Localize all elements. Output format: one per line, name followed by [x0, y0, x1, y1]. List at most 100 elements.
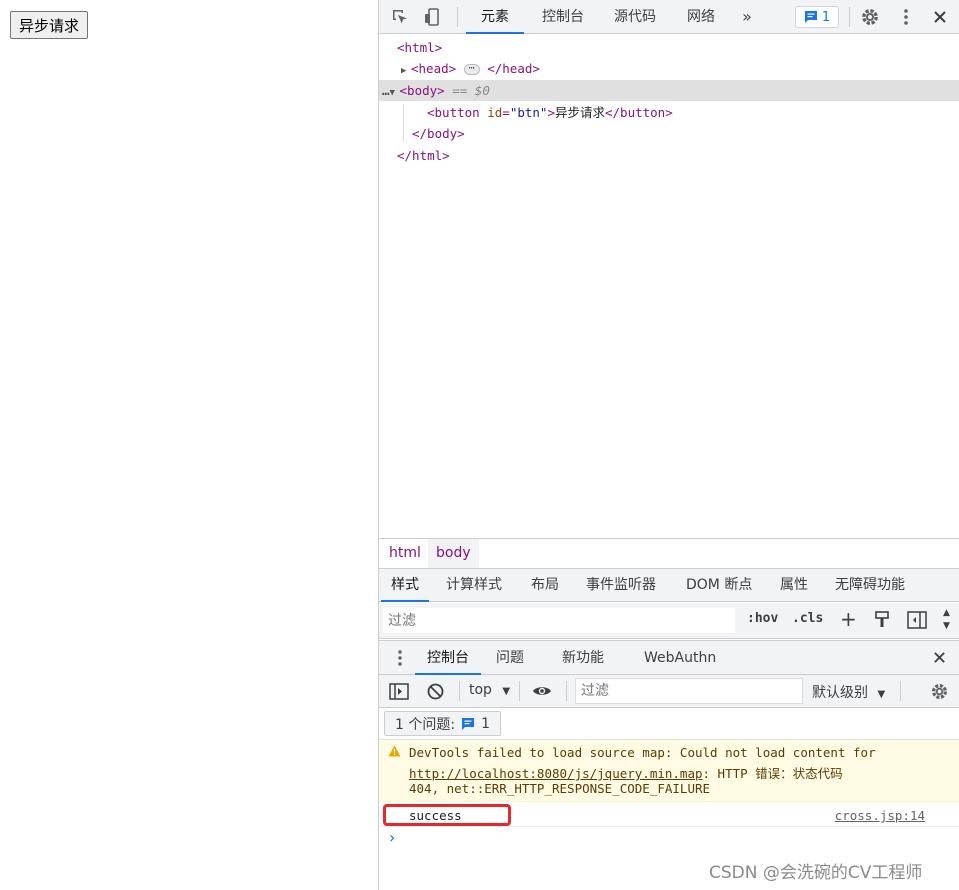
tree-row-button[interactable]: <button id="btn">异步请求</button> [379, 102, 959, 123]
inspect-element-icon[interactable] [389, 6, 411, 28]
selected-node-marker: == $0 [452, 83, 490, 98]
close-drawer-icon[interactable] [933, 651, 946, 668]
tree-row-html[interactable]: <html> [379, 37, 959, 58]
drawer-tab-console[interactable]: 控制台 [415, 641, 481, 675]
tab-elements[interactable]: 元素 [466, 0, 524, 34]
breadcrumb-body[interactable]: body [428, 539, 479, 568]
tab-dom-breakpoints[interactable]: DOM 断点 [686, 569, 752, 602]
tab-properties[interactable]: 属性 [780, 569, 808, 602]
log-message: success [409, 808, 462, 823]
new-style-rule-plus-icon[interactable]: + [840, 607, 857, 631]
tab-computed[interactable]: 计算样式 [446, 569, 502, 602]
cls-toggle[interactable]: .cls [792, 611, 823, 626]
console-issues-row: 1 个问题: 1 [379, 708, 959, 740]
toolbar-divider [566, 681, 567, 701]
dropdown-arrow-icon: ▼ [877, 689, 886, 700]
styles-filter-bar: :hov .cls + ▲▼ [379, 603, 959, 639]
tree-row-body-selected[interactable]: …▼ <body> == $0 [379, 80, 959, 101]
console-log-row: success cross.jsp:14 [379, 803, 959, 827]
log-levels-dropdown[interactable]: 默认级别 ▼ [812, 682, 885, 702]
button-attr-name: id [487, 105, 503, 120]
console-filter-input[interactable] [575, 678, 803, 704]
message-icon [804, 11, 817, 23]
tab-accessibility[interactable]: 无障碍功能 [835, 569, 905, 602]
html-close-tag: </html> [397, 148, 450, 163]
tab-console[interactable]: 控制台 [531, 0, 595, 34]
console-warning-message: DevTools failed to load source map: Coul… [379, 740, 959, 802]
styles-filter-input[interactable] [383, 608, 735, 633]
button-tag-start: <button [427, 105, 488, 120]
more-tabs-button[interactable]: » [735, 0, 759, 34]
source-map-link[interactable]: http://localhost:8080/js/jquery.min.map [409, 766, 703, 781]
drawer-menu-kebab-icon[interactable] [397, 649, 403, 671]
collapse-triangle-icon[interactable]: ▼ [390, 83, 400, 104]
tab-event-listeners[interactable]: 事件监听器 [586, 569, 656, 602]
page-viewport: 异步请求 [0, 0, 378, 890]
settings-gear-icon[interactable] [859, 6, 881, 28]
clear-console-icon[interactable] [427, 683, 444, 704]
toolbar-divider [457, 7, 458, 27]
async-request-button[interactable]: 异步请求 [10, 11, 89, 39]
console-toolbar: top ▼ 默认级别 ▼ [379, 675, 959, 708]
device-toolbar-icon[interactable] [421, 6, 443, 28]
issues-label: 1 个问题: [395, 716, 456, 733]
dropdown-arrow-icon: ▼ [502, 686, 511, 697]
warning-line-2: http://localhost:8080/js/jquery.min.map:… [409, 763, 843, 782]
breadcrumb-html[interactable]: html [381, 539, 429, 568]
hov-toggle[interactable]: :hov [747, 611, 778, 626]
issues-badge-button[interactable]: 1 [795, 6, 839, 28]
expand-triangle-icon[interactable]: ▶ [401, 61, 411, 82]
elements-tree: <html> ▶ <head> ⋯ </head> …▼ <body> == $0 … [379, 35, 959, 538]
toolbar-divider [459, 681, 460, 701]
console-settings-gear-icon[interactable] [930, 682, 949, 705]
button-close-tag: </button> [605, 105, 673, 120]
warning-line-2-rest: : HTTP 错误：状态代码 [702, 766, 843, 781]
warning-triangle-icon [388, 745, 401, 760]
context-selector-label: top [469, 682, 492, 698]
watermark: CSDN @会洗碗的CV工程师 [709, 863, 923, 883]
kebab-menu-icon[interactable] [895, 6, 917, 28]
styles-pane-tabs: 样式 计算样式 布局 事件监听器 DOM 断点 属性 无障碍功能 [379, 569, 959, 602]
tab-sources[interactable]: 源代码 [605, 0, 665, 34]
warning-line-1: DevTools failed to load source map: Coul… [409, 745, 876, 760]
console-sidebar-icon[interactable] [389, 683, 409, 704]
tab-styles[interactable]: 样式 [381, 569, 429, 602]
body-close-tag: </body> [412, 126, 465, 141]
drawer-tab-whats-new[interactable]: 新功能 [562, 641, 604, 675]
collapsed-content-pill[interactable]: ⋯ [463, 64, 480, 75]
tree-row-body-close[interactable]: </body> [379, 123, 959, 144]
message-icon [462, 717, 475, 730]
toggle-sidebar-icon[interactable] [907, 611, 927, 633]
screen: 异步请求 元素 控制台 源代码 网络 » 1 <html> ▶ <head> ⋯… [0, 0, 959, 890]
head-open-tag: <head> [411, 61, 457, 76]
button-tag-gt: > [547, 105, 555, 120]
console-prompt[interactable]: › [389, 828, 395, 847]
paint-brush-icon[interactable] [874, 611, 890, 633]
button-text-node: 异步请求 [554, 105, 605, 120]
devtools-toolbar: 元素 控制台 源代码 网络 » 1 [379, 0, 959, 34]
close-devtools-icon[interactable] [929, 6, 951, 28]
drawer-tab-issues[interactable]: 问题 [496, 641, 524, 675]
live-expression-eye-icon[interactable] [532, 683, 552, 703]
tree-indent-guide [403, 104, 404, 142]
issues-count: 1 [481, 715, 490, 732]
scroll-arrows-icon[interactable]: ▲ ▼ [943, 607, 950, 633]
body-open-tag: <body> [399, 83, 445, 98]
tab-network[interactable]: 网络 [677, 0, 725, 34]
button-attr-value: "btn" [509, 105, 548, 120]
log-source-link[interactable]: cross.jsp:14 [835, 808, 925, 823]
tree-row-head[interactable]: ▶ <head> ⋯ </head> [379, 58, 959, 79]
tree-row-html-close[interactable]: </html> [379, 145, 959, 166]
drawer-tab-webauthn[interactable]: WebAuthn [644, 641, 716, 675]
html-open-tag: <html> [397, 40, 443, 55]
issues-count-button[interactable]: 1 个问题: 1 [384, 711, 501, 736]
log-levels-label: 默认级别 [812, 685, 868, 701]
drawer-tabs: 控制台 问题 新功能 WebAuthn [379, 640, 959, 675]
warning-line-3: 404, net::ERR_HTTP_RESPONSE_CODE_FAILURE [409, 781, 711, 796]
toolbar-divider [849, 7, 850, 27]
devtools-panel: 元素 控制台 源代码 网络 » 1 <html> ▶ <head> ⋯ </he… [378, 0, 959, 890]
row-actions-dots[interactable]: … [382, 83, 390, 98]
button-attr-eq: = [502, 105, 510, 120]
tab-layout[interactable]: 布局 [531, 569, 559, 602]
context-selector[interactable]: top ▼ [469, 682, 510, 698]
